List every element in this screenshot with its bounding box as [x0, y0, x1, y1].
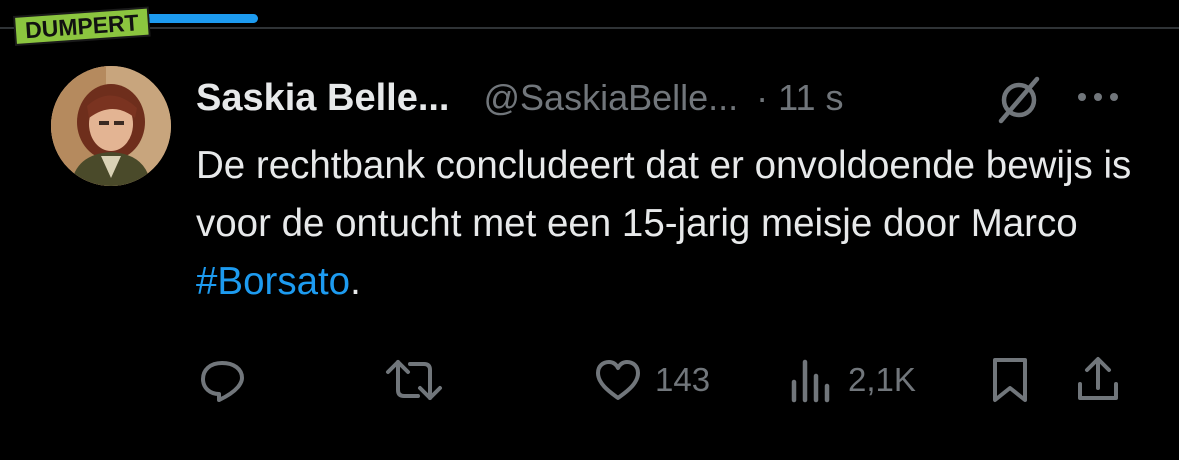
views-icon [791, 359, 830, 403]
tweet-header: Saskia Belle... @SaskiaBelle... · 11 s [196, 74, 844, 122]
retweet-button[interactable] [384, 352, 456, 408]
dumpert-logo: DUMPERT [12, 4, 151, 48]
reply-icon [201, 361, 244, 402]
tweet-text: De rechtbank concludeert dat er onvoldoe… [196, 137, 1156, 311]
heart-icon [596, 360, 640, 400]
more-icon[interactable] [1073, 82, 1123, 112]
circle-slash-icon[interactable] [995, 74, 1043, 124]
avatar[interactable] [51, 66, 171, 186]
share-button[interactable] [1074, 352, 1122, 408]
top-divider [0, 27, 1179, 29]
timestamp[interactable]: · 11 s [756, 77, 843, 119]
tweet-text-end: . [350, 260, 361, 303]
bookmark-button[interactable] [988, 352, 1032, 408]
views-count: 2,1K [848, 361, 916, 398]
author-handle[interactable]: @SaskiaBelle... [484, 77, 739, 119]
views-button[interactable]: 2,1K [786, 352, 916, 408]
tweet-body: De rechtbank concludeert dat er onvoldoe… [196, 144, 1132, 245]
author-name[interactable]: Saskia Belle... [196, 77, 450, 120]
like-button[interactable]: 143 [593, 352, 710, 408]
share-icon [1078, 357, 1118, 400]
retweet-icon [386, 360, 442, 400]
hashtag-link[interactable]: #Borsato [196, 260, 350, 303]
bookmark-icon [993, 358, 1027, 402]
reply-button[interactable] [196, 352, 260, 408]
like-count: 143 [655, 361, 711, 398]
